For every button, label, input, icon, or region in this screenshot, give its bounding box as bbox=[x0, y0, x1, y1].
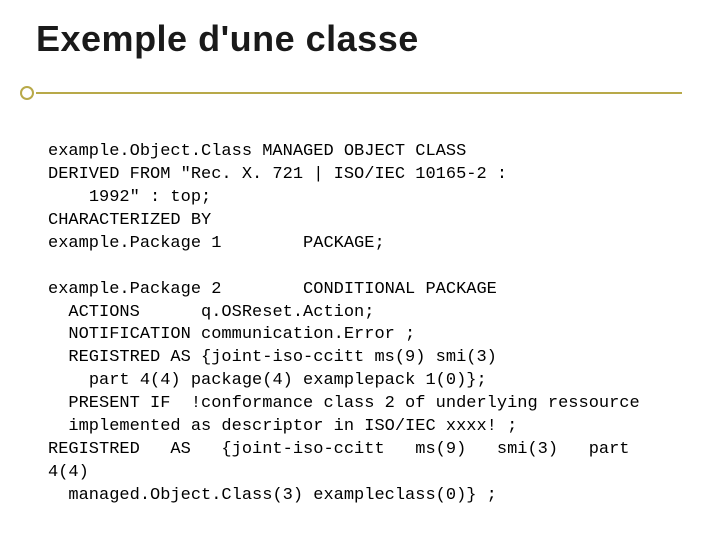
code-line: example.Package 2 CONDITIONAL PACKAGE bbox=[48, 280, 497, 299]
divider bbox=[20, 86, 682, 100]
code-line: example.Package 1 PACKAGE; bbox=[48, 234, 385, 253]
code-line: ACTIONS q.OSReset.Action; bbox=[48, 303, 374, 322]
code-line: PRESENT IF !conformance class 2 of under… bbox=[48, 394, 640, 436]
slide-title: Exemple d'une classe bbox=[36, 18, 419, 60]
code-line: REGISTRED AS {joint-iso-ccitt ms(9) smi(… bbox=[48, 348, 497, 390]
code-block: example.Object.Class MANAGED OBJECT CLAS… bbox=[48, 118, 680, 540]
horizontal-rule bbox=[36, 92, 682, 94]
bullet-icon bbox=[20, 86, 34, 100]
code-line: DERIVED FROM "Rec. X. 721 | ISO/IEC 1016… bbox=[48, 165, 507, 207]
code-line: NOTIFICATION communication.Error ; bbox=[48, 325, 415, 344]
code-line: example.Object.Class MANAGED OBJECT CLAS… bbox=[48, 142, 466, 161]
code-line: managed.Object.Class(3) exampleclass(0)}… bbox=[48, 486, 497, 505]
code-line: REGISTRED AS {joint-iso-ccitt ms(9) smi(… bbox=[48, 440, 640, 482]
code-line: CHARACTERIZED BY bbox=[48, 211, 211, 230]
